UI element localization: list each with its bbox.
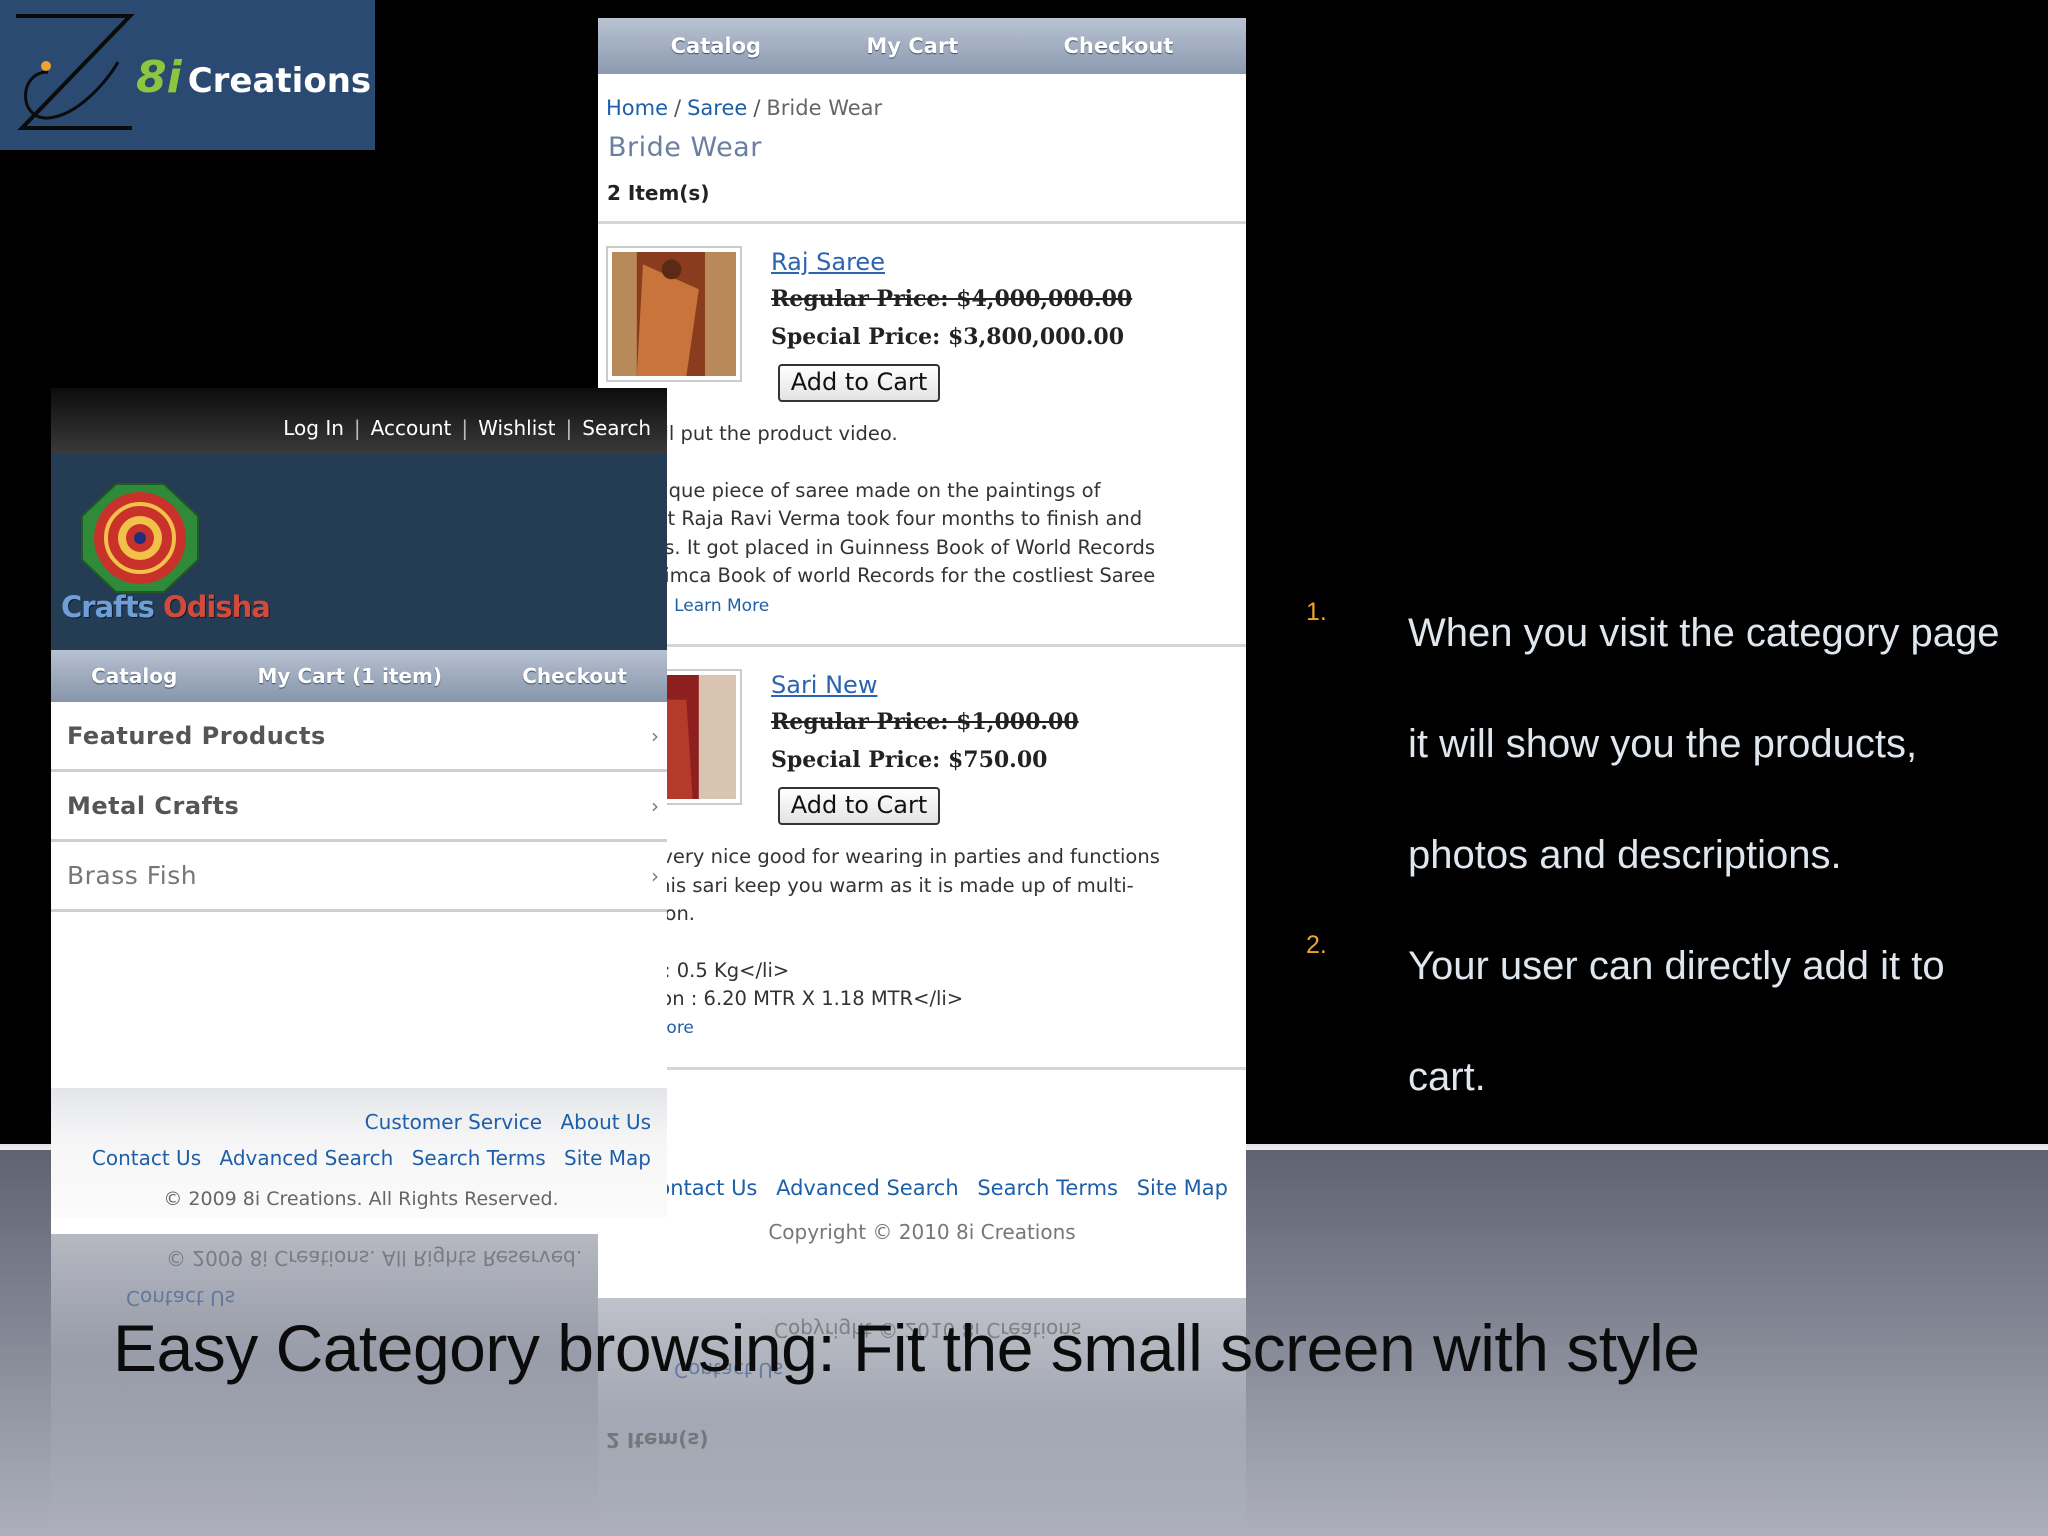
site-name[interactable]: Crafts Odisha: [61, 590, 271, 624]
separator: |: [565, 416, 573, 440]
company-logo-text: 8i Creations: [136, 52, 372, 103]
description-text: ari is very nice good for wearing in par…: [608, 845, 1160, 925]
breadcrumb: Home / Saree / Bride Wear: [598, 74, 1246, 120]
nav-checkout[interactable]: Checkout: [522, 664, 627, 688]
separator: |: [461, 416, 469, 440]
description-text: eight : 0.5 Kg</li> nension : 6.20 MTR X…: [608, 958, 964, 1011]
bullet-item: 1. When you visit the category page it w…: [1300, 578, 2040, 911]
bullet-line: When you visit the category page: [1408, 611, 2000, 655]
menu-item-label: Featured Products: [67, 721, 326, 750]
footer-link-customer-service[interactable]: Customer Service: [365, 1110, 542, 1134]
bullet-line: it will show you the products,: [1408, 722, 1918, 766]
nav-catalog[interactable]: Catalog: [671, 34, 761, 58]
hourglass-logo-icon: [16, 14, 135, 130]
wishlist-link[interactable]: Wishlist: [478, 416, 555, 440]
bullet-number: 1.: [1306, 598, 1327, 626]
footer-row: Contact Us Advanced Search Search Terms …: [51, 1140, 651, 1176]
feature-bullet-list: 1. When you visit the category page it w…: [1300, 578, 2040, 1133]
account-top-bar: Log In | Account | Wishlist | Search: [51, 388, 667, 454]
footer-link-site-map[interactable]: Site Map: [564, 1146, 651, 1170]
nav-my-cart[interactable]: My Cart: [866, 34, 958, 58]
regular-price: Regular Price: $1,000.00: [771, 709, 1079, 735]
menu-item-featured-products[interactable]: Featured Products ›: [51, 702, 667, 772]
product-name-link[interactable]: Raj Saree: [771, 248, 885, 276]
menu-item-metal-crafts[interactable]: Metal Crafts ›: [51, 772, 667, 842]
footer-link-about-us[interactable]: About Us: [560, 1110, 651, 1134]
account-link[interactable]: Account: [371, 416, 452, 440]
category-footer-links: Contact Us Advanced Search Search Terms …: [598, 1170, 1246, 1200]
product-card: Sari New Regular Price: $1,000.00 Specia…: [598, 647, 1246, 1067]
add-to-cart-button[interactable]: Add to Cart: [778, 787, 940, 825]
home-copyright: © 2009 8i Creations. All Rights Reserved…: [163, 1188, 559, 1210]
search-link[interactable]: Search: [582, 416, 651, 440]
bullet-item: 2. Your user can directly add it to cart…: [1300, 911, 2040, 1133]
breadcrumb-home[interactable]: Home: [606, 96, 668, 120]
footer-link-search-terms[interactable]: Search Terms: [412, 1146, 546, 1170]
chevron-right-icon: ›: [651, 724, 659, 748]
login-link[interactable]: Log In: [283, 416, 344, 440]
breadcrumb-separator: /: [753, 96, 761, 120]
company-logo: 8i Creations: [0, 0, 375, 150]
menu-item-label: Brass Fish: [67, 861, 198, 890]
category-title: Bride Wear: [608, 132, 762, 163]
description-text: we will put the product video.: [608, 422, 898, 445]
nav-checkout[interactable]: Checkout: [1063, 34, 1173, 58]
footer-row: Customer Service About Us: [51, 1104, 651, 1140]
home-main-nav: Catalog My Cart (1 item) Checkout: [51, 650, 667, 702]
bullet-line: cart.: [1408, 1055, 1486, 1099]
breadcrumb-saree[interactable]: Saree: [687, 96, 747, 120]
category-page-screenshot: Catalog My Cart Checkout Home / Saree / Brid…: [598, 18, 1246, 1298]
learn-more-link[interactable]: earn More: [608, 1014, 1238, 1043]
category-top-nav: Catalog My Cart Checkout: [598, 18, 1246, 74]
product-thumbnail[interactable]: [606, 246, 742, 382]
product-description: we will put the product video. an unique…: [608, 420, 1238, 620]
empty-content-area: [51, 912, 667, 1088]
product-name-link[interactable]: Sari New: [771, 671, 877, 699]
product-description: ari is very nice good for wearing in par…: [608, 843, 1238, 1042]
breadcrumb-current: Bride Wear: [766, 96, 883, 120]
menu-item-label: Metal Crafts: [67, 791, 240, 820]
footer-link-advanced-search[interactable]: Advanced Search: [776, 1176, 959, 1200]
category-copyright: Copyright © 2010 8i Creations: [768, 1220, 1076, 1244]
learn-more-link[interactable]: Learn More: [674, 596, 769, 616]
slide-caption: Easy Category browsing: Fit the small sc…: [113, 1311, 1700, 1385]
bullet-line: Your user can directly add it to: [1408, 944, 1945, 988]
reflection-text: Contact Us: [126, 1286, 236, 1310]
footer-link-advanced-search[interactable]: Advanced Search: [219, 1146, 393, 1170]
footer-link-contact-us[interactable]: Contact Us: [92, 1146, 201, 1170]
crafts-odisha-emblem-icon[interactable]: [79, 482, 201, 594]
product-card: Raj Saree Regular Price: $4,000,000.00 S…: [598, 224, 1246, 644]
bullet-number: 2.: [1306, 931, 1327, 959]
nav-my-cart[interactable]: My Cart (1 item): [258, 664, 442, 688]
regular-price: Regular Price: $4,000,000.00: [771, 286, 1133, 312]
footer-link-search-terms[interactable]: Search Terms: [977, 1176, 1118, 1200]
item-count-bottom: n(s): [598, 1070, 1246, 1170]
reflection-text: 2 Item(s): [606, 1428, 709, 1452]
special-price: Special Price: $3,800,000.00: [771, 324, 1125, 350]
chevron-right-icon: ›: [651, 794, 659, 818]
chevron-right-icon: ›: [651, 864, 659, 888]
item-count: 2 Item(s): [607, 181, 710, 205]
site-header: Crafts Odisha: [51, 454, 667, 650]
add-to-cart-button[interactable]: Add to Cart: [778, 364, 940, 402]
footer-link-site-map[interactable]: Site Map: [1137, 1176, 1228, 1200]
special-price: Special Price: $750.00: [771, 747, 1048, 773]
menu-item-brass-fish[interactable]: Brass Fish ›: [51, 842, 667, 912]
separator: |: [353, 416, 361, 440]
reflection-text: © 2009 8i Creations. All Rights Reserved…: [166, 1246, 583, 1270]
bullet-line: photos and descriptions.: [1408, 833, 1842, 877]
nav-catalog[interactable]: Catalog: [91, 664, 177, 688]
home-footer: Customer Service About Us Contact Us Adv…: [51, 1088, 667, 1218]
saree-photo-icon: [612, 252, 736, 376]
home-page-screenshot: Log In | Account | Wishlist | Search Cra…: [51, 388, 667, 1234]
breadcrumb-separator: /: [674, 96, 682, 120]
